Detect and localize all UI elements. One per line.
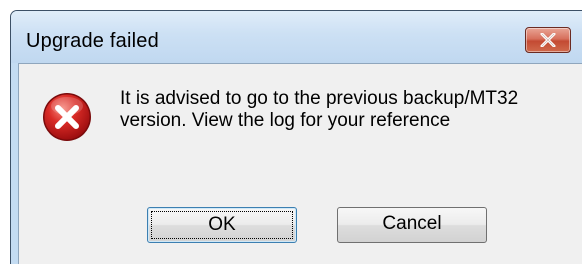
cancel-button[interactable]: Cancel: [337, 207, 487, 243]
dialog-body: It is advised to go to the previous back…: [18, 63, 582, 264]
ok-button[interactable]: OK: [147, 207, 297, 243]
error-icon: [43, 93, 91, 141]
error-message: It is advised to go to the previous back…: [120, 88, 519, 131]
title-bar[interactable]: Upgrade failed: [11, 11, 582, 63]
close-icon: [540, 33, 556, 47]
close-button[interactable]: [525, 27, 571, 53]
ok-button-label: OK: [151, 211, 293, 239]
window-title: Upgrade failed: [26, 30, 159, 52]
upgrade-failed-dialog: Upgrade failed It is advised to go to th…: [10, 10, 582, 264]
